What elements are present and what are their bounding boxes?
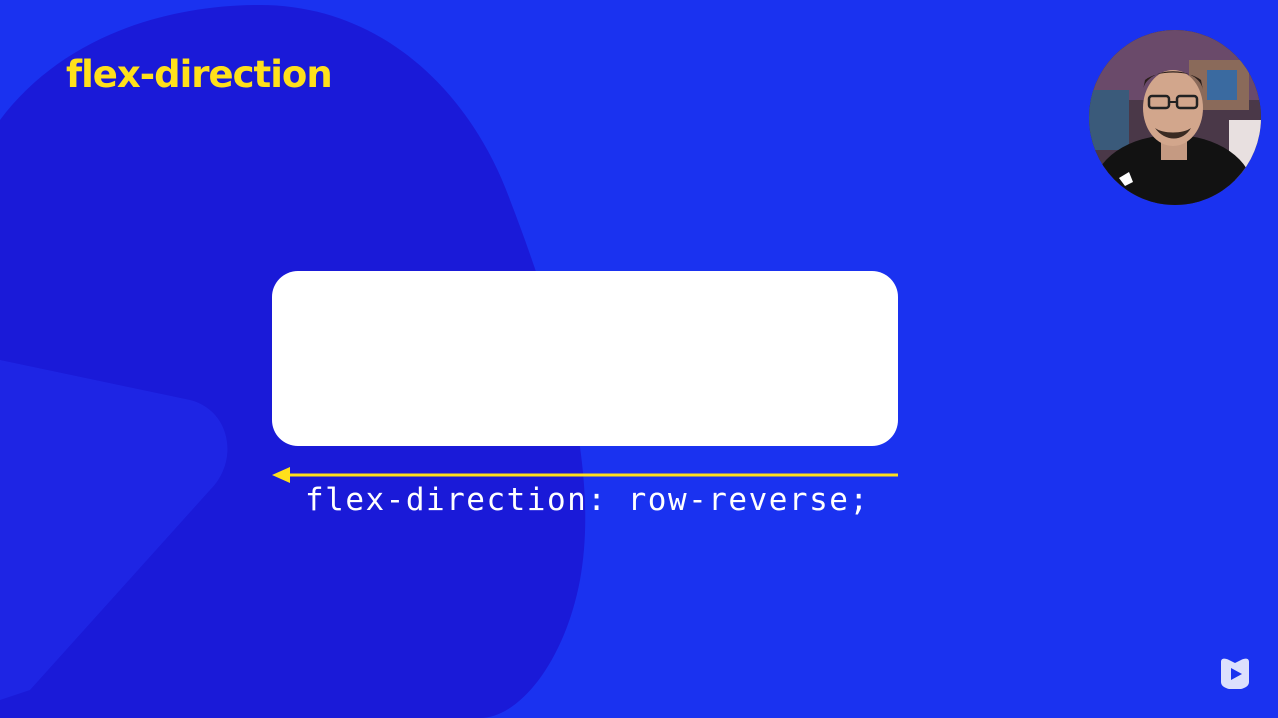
code-snippet: flex-direction: row-reverse; [305, 482, 870, 518]
presenter-webcam [1089, 30, 1261, 205]
flex-container-box [272, 271, 898, 446]
play-logo-icon[interactable] [1215, 656, 1255, 692]
slide-title: flex-direction [66, 53, 333, 96]
slide-stage: flex-direction flex-direction: row-rever… [0, 0, 1278, 718]
